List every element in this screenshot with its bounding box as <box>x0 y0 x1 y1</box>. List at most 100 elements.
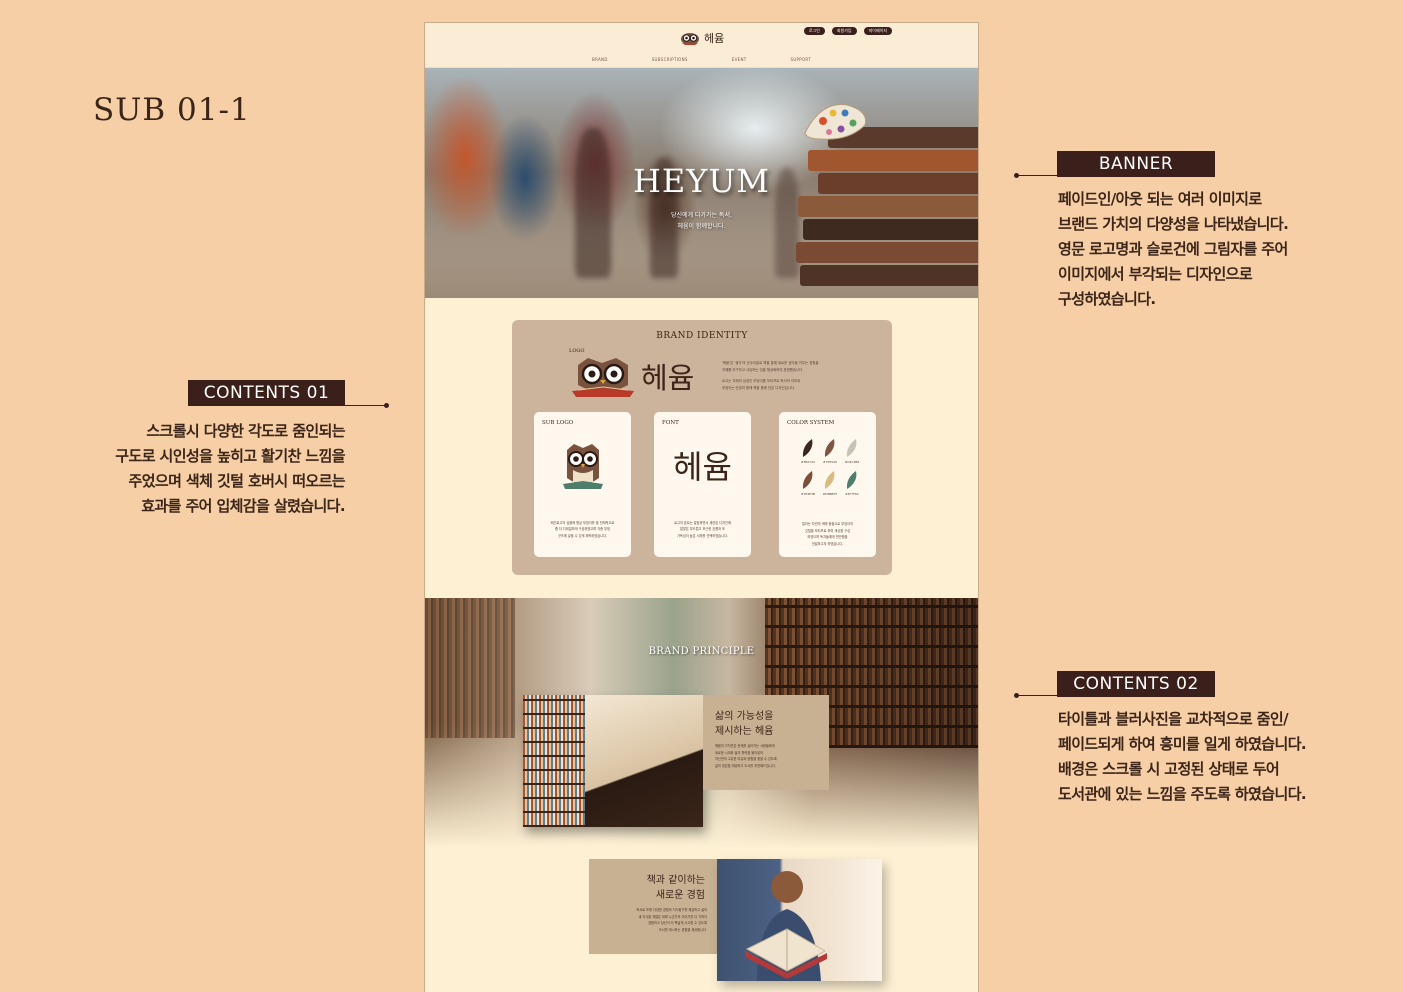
principle-title-line: 제시하는 헤윰 <box>715 726 774 737</box>
contents02-annotation-line-1: 타이틀과 블러사진을 교차적으로 줌인/ <box>1058 710 1289 728</box>
card-title: SUB LOGO <box>542 420 574 426</box>
banner-annotation-line <box>1017 175 1059 176</box>
palette-icon <box>804 104 867 140</box>
contents02-annotation-text: 타이틀과 블러사진을 교차적으로 줌인/ 페이드되게 하여 흥미를 일게 하였습… <box>1058 707 1398 807</box>
card-text: 로고의 폰트는 깔끔하면서 세련된 디자인에 알맞은 부드럽고 포근한 흐름과 … <box>662 520 743 540</box>
card-text-line: 가독성이 높은 서체를 선택하였습니다. <box>677 533 728 538</box>
nav-event[interactable]: EVENT <box>732 57 747 62</box>
bookshelf-left <box>425 598 515 738</box>
banner-annotation-text: 페이드인/아웃 되는 여러 이미지로 브랜드 가치의 다양성을 나타냈습니다. … <box>1058 187 1388 312</box>
contents01-annotation-dot <box>384 403 389 408</box>
feather-icon[interactable] <box>823 470 837 490</box>
color-hex-label: #D8BB7F <box>822 492 838 496</box>
banner-annotation-line-4: 이미지에서 부각되는 디자인으로 <box>1058 265 1253 283</box>
card-sub-logo: SUB LOGO 메인로고의 심볼에 형상 부엉이를 을 전체적으로 좀 더 디… <box>534 412 631 557</box>
banner-book <box>800 265 978 286</box>
font-sample: 헤윰 <box>673 448 732 486</box>
card-title: FONT <box>662 420 679 426</box>
bi-desc-line: 로고는 지혜의 상징인 부엉이를 모티프로 독서의 의미와 <box>722 379 801 383</box>
library-stairs-photo <box>585 695 703 827</box>
card-text: 컬러는 자연의 색에 중점으로 부엉이의 깃털을 모티프로 하여 색상을 구성 … <box>787 521 868 547</box>
login-button[interactable]: 로그인 <box>803 27 825 35</box>
bi-desc-line: '헤윰'은 '생각'의 순우리말로 책을 통해 새로운 생각을 키우는 경험을 <box>722 361 819 365</box>
banner-title: HEYUM <box>632 162 771 200</box>
owl-icon <box>681 33 699 45</box>
card-text-line: 전달하고자 하였습니다. <box>811 541 844 546</box>
brand-identity-title: BRAND IDENTITY <box>656 331 748 341</box>
card-font: FONT 헤윰 로고의 폰트는 깔끔하면서 세련된 디자인에 알맞은 부드럽고 … <box>654 412 751 557</box>
card-text: 메인로고의 심볼에 형상 부엉이를 을 전체적으로 좀 더 디테일하게 구성하였… <box>542 520 623 540</box>
principle-body-line: 삶의 영감을 제공하고 도서를 추천해드립니다. <box>715 763 776 768</box>
banner-slogan: 당신에게 다가가는 독서, 헤윰이 함께합니다. <box>425 210 978 232</box>
owl-sub-logo-icon <box>563 444 603 489</box>
nav-support[interactable]: SUPPORT <box>790 57 810 62</box>
logo-label: LOGO <box>569 348 585 354</box>
banner-annotation-tag: BANNER <box>1057 151 1215 177</box>
website-mockup: 헤윰 로그인 회원가입 마이페이지 BRAND SUBSCRIPTIONS EV… <box>424 22 979 992</box>
contents02-annotation-line-4: 도서관에 있는 느낌을 주도록 하였습니다. <box>1058 785 1307 803</box>
banner-book <box>796 242 978 263</box>
nav-brand[interactable]: BRAND <box>592 57 608 62</box>
nav-subscriptions[interactable]: SUBSCRIPTIONS <box>652 57 688 62</box>
contents02-annotation-tag: CONTENTS 02 <box>1057 671 1215 697</box>
banner-slogan-line-2: 헤윰이 함께합니다. <box>677 223 726 230</box>
contents01-annotation-tag: CONTENTS 01 <box>188 380 345 406</box>
brand-principle-title: BRAND PRINCIPLE <box>648 646 755 657</box>
feather-icon[interactable] <box>823 438 837 458</box>
brand-main-logo-text: 헤윰 <box>641 361 695 395</box>
mock-nav: BRAND SUBSCRIPTIONS EVENT SUPPORT <box>425 57 978 62</box>
color-hex-label: #4F7F6C <box>845 492 859 496</box>
banner-person <box>575 128 611 278</box>
color-hex-label: #C6C3B6 <box>844 460 860 464</box>
feather-icon[interactable] <box>801 470 815 490</box>
feather-icon[interactable] <box>845 438 859 458</box>
color-hex-label: #7E5540 <box>823 460 837 464</box>
mock-header-pills: 로그인 회원가입 마이페이지 <box>803 27 892 35</box>
brand-identity-section: BRAND IDENTITY LOGO 헤윰 '헤윰'은 '생각'의 순우리말로… <box>512 320 892 575</box>
color-hex-label: #3B2722 <box>800 460 816 464</box>
contents01-annotation-line-1: 스크롤시 다양한 각도로 줌인되는 <box>146 422 345 440</box>
banner-annotation-line-1: 페이드인/아웃 되는 여러 이미지로 <box>1058 190 1262 208</box>
banner-slogan-line-1: 당신에게 다가가는 독서, <box>671 212 732 219</box>
principle-block-1: 삶의 가능성을 제시하는 헤윰 헤윰의 가치관은 현재를 살아가는 사람들에게 … <box>703 695 829 790</box>
mock-logo[interactable]: 헤윰 <box>679 30 724 46</box>
principle-block-2-title: 책과 같이하는 새로운 경험 <box>647 873 705 903</box>
open-book-icon <box>745 871 827 981</box>
mock-logo-text: 헤윰 <box>704 32 725 45</box>
contents02-annotation-line <box>1017 695 1059 696</box>
owl-icon <box>572 358 634 397</box>
mypage-button[interactable]: 마이페이지 <box>863 27 892 35</box>
principle-block-2: 책과 같이하는 새로운 경험 독서로 또한 다양한 경험과 지식탐구를 제공하고… <box>589 859 717 954</box>
banner-annotation-line-3: 영문 로고명과 슬로건에 그림자를 주어 <box>1058 240 1288 258</box>
signup-button[interactable]: 회원가입 <box>831 27 857 35</box>
page-label: SUB 01-1 <box>93 92 251 128</box>
brand-identity-description: '헤윰'은 '생각'의 순우리말로 책을 통해 새로운 생각을 키우는 경험을 … <box>722 360 842 392</box>
mock-header: 헤윰 로그인 회원가입 마이페이지 BRAND SUBSCRIPTIONS EV… <box>425 23 978 68</box>
color-hex-label: #7E4E3B <box>800 492 816 496</box>
mock-banner: HEYUM 당신에게 다가가는 독서, 헤윰이 함께합니다. <box>425 68 978 298</box>
contents01-annotation-text: 스크롤시 다양한 각도로 줌인되는 구도로 시인성을 높히고 활기찬 느낌을 주… <box>40 419 345 519</box>
principle-body-line: 도서를 제시하는 경험을 제공합니다. <box>658 927 707 932</box>
feather-icon[interactable] <box>845 470 859 490</box>
principle-title-line: 새로운 경험 <box>655 890 705 901</box>
card-title: COLOR SYSTEM <box>787 420 835 426</box>
banner-annotation-line-2: 브랜드 가치의 다양성을 나타냈습니다. <box>1058 215 1289 233</box>
principle-title-line: 삶의 가능성을 <box>715 711 774 722</box>
banner-annotation-line-5: 구성하였습니다. <box>1058 290 1156 308</box>
contents02-annotation-line-3: 배경은 스크롤 시 고정된 상태로 두어 <box>1058 760 1280 778</box>
contents01-annotation-line-2: 구도로 시인성을 높히고 활기찬 느낌을 <box>115 447 345 465</box>
contents01-annotation-line-4: 효과를 주어 입체감을 살렸습니다. <box>141 497 345 515</box>
contents01-annotation-line <box>345 405 385 406</box>
feather-swatches: #3B2722 #7E5540 #C6C3B6 #7E4E3B #D8BB7F #4F7F… <box>797 438 861 498</box>
card-text-line: 굿즈에 넣을 수 있게 제작하였습니다. <box>557 533 608 538</box>
bi-desc-line: 지혜를 추구하고 사유하는 것을 형상화하여 표현했습니다. <box>722 368 804 372</box>
bi-desc-line: 부엉이는 안경과 함께 책을 품에 안은 디자인입니다. <box>722 386 796 390</box>
principle-title-line: 책과 같이하는 <box>646 875 705 886</box>
principle-block-1-title: 삶의 가능성을 제시하는 헤윰 <box>715 709 773 739</box>
brand-main-logo: 헤윰 <box>570 355 694 397</box>
reading-woman-photo <box>717 859 882 981</box>
contents01-annotation-line-3: 주었으며 색체 깃털 호버시 떠오르는 <box>128 472 346 490</box>
contents02-annotation-line-2: 페이드되게 하여 흥미를 일게 하였습니다. <box>1058 735 1307 753</box>
principle-block-2-body: 독서로 또한 다양한 경험과 지식탐구를 제공하고 삶의 새 지식을 개발은 위… <box>597 907 707 933</box>
feather-icon[interactable] <box>801 438 815 458</box>
